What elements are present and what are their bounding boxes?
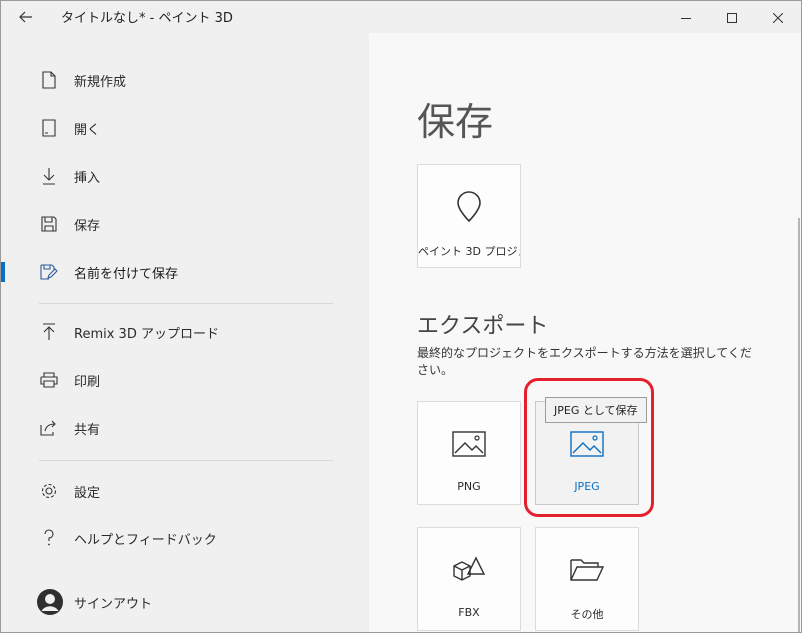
insert-icon bbox=[39, 166, 59, 186]
print-icon bbox=[39, 370, 59, 390]
close-button[interactable] bbox=[755, 1, 801, 33]
sidebar-item-settings[interactable]: 設定 bbox=[1, 471, 369, 511]
close-icon bbox=[772, 8, 784, 27]
sidebar-item-help[interactable]: ヘルプとフィードバック bbox=[1, 518, 369, 558]
paint3d-project-tile[interactable]: ペイント 3D プロジェ... bbox=[417, 164, 521, 268]
sidebar-item-save[interactable]: 保存 bbox=[1, 204, 369, 244]
divider bbox=[39, 460, 333, 461]
share-icon bbox=[39, 418, 59, 438]
sidebar-item-label: サインアウト bbox=[74, 596, 153, 612]
export-fbx-tile[interactable]: FBX bbox=[417, 527, 521, 631]
sidebar-item-save-as[interactable]: 名前を付けて保存 bbox=[1, 252, 369, 292]
active-indicator bbox=[1, 262, 5, 282]
image-icon bbox=[418, 426, 520, 462]
sidebar-item-label: 開く bbox=[74, 122, 101, 138]
save-panel: 保存 ペイント 3D プロジェ... エクスポート 最終的なプロジェクトをエクス… bbox=[369, 33, 801, 632]
tile-label: FBX bbox=[458, 606, 480, 619]
sidebar-item-label: 挿入 bbox=[74, 170, 101, 186]
save-as-icon bbox=[39, 262, 59, 282]
new-document-icon bbox=[39, 70, 59, 90]
sidebar-item-sign-out[interactable]: サインアウト bbox=[1, 582, 369, 622]
tile-label: PNG bbox=[457, 480, 481, 493]
vertical-scrollbar[interactable] bbox=[798, 218, 800, 632]
upload-icon bbox=[39, 322, 59, 342]
sidebar-item-label: Remix 3D アップロード bbox=[74, 326, 219, 342]
export-section-title: エクスポート bbox=[417, 314, 549, 339]
tile-label: その他 bbox=[570, 608, 604, 621]
tile-label: ペイント 3D プロジェ... bbox=[418, 245, 520, 258]
arrow-left-icon bbox=[19, 8, 33, 27]
sidebar-item-new[interactable]: 新規作成 bbox=[1, 60, 369, 100]
page-title: 保存 bbox=[417, 100, 494, 144]
sidebar-item-insert[interactable]: 挿入 bbox=[1, 156, 369, 196]
sidebar-item-label: 設定 bbox=[74, 485, 101, 501]
sidebar-item-print[interactable]: 印刷 bbox=[1, 360, 369, 400]
sidebar-item-open[interactable]: 開く bbox=[1, 108, 369, 148]
sidebar-item-label: 共有 bbox=[74, 422, 101, 438]
window-title: タイトルなし* - ペイント 3D bbox=[61, 11, 233, 26]
maximize-icon bbox=[727, 8, 737, 27]
3d-shapes-icon bbox=[418, 552, 520, 588]
location-pin-icon bbox=[418, 189, 520, 225]
back-button[interactable] bbox=[9, 5, 43, 29]
gear-icon bbox=[39, 481, 59, 501]
highlight-annotation bbox=[524, 378, 654, 517]
sidebar-item-share[interactable]: 共有 bbox=[1, 408, 369, 448]
save-icon bbox=[39, 214, 59, 234]
avatar-icon bbox=[37, 589, 63, 615]
minimize-icon bbox=[681, 8, 691, 27]
app-window: タイトルなし* - ペイント 3D 新規作成 開く 挿入 保存 名前を付けて保存… bbox=[0, 0, 802, 633]
sidebar-item-label: 名前を付けて保存 bbox=[74, 266, 179, 282]
minimize-button[interactable] bbox=[663, 1, 709, 33]
help-icon bbox=[39, 528, 59, 548]
sidebar-item-label: ヘルプとフィードバック bbox=[74, 532, 217, 548]
sidebar: 新規作成 開く 挿入 保存 名前を付けて保存 Remix 3D アップロード 印… bbox=[1, 33, 369, 632]
export-section-description: 最終的なプロジェクトをエクスポートする方法を選択してください。 bbox=[417, 346, 752, 377]
sidebar-item-label: 保存 bbox=[74, 218, 101, 234]
folder-icon bbox=[536, 552, 638, 588]
export-other-tile[interactable]: その他 bbox=[535, 527, 639, 631]
sidebar-item-label: 印刷 bbox=[74, 374, 101, 390]
open-icon bbox=[39, 118, 59, 138]
export-png-tile[interactable]: PNG bbox=[417, 401, 521, 505]
divider bbox=[39, 303, 333, 304]
sidebar-item-label: 新規作成 bbox=[74, 74, 127, 90]
sidebar-item-remix-upload[interactable]: Remix 3D アップロード bbox=[1, 312, 369, 352]
title-bar: タイトルなし* - ペイント 3D bbox=[1, 1, 801, 33]
maximize-button[interactable] bbox=[709, 1, 755, 33]
